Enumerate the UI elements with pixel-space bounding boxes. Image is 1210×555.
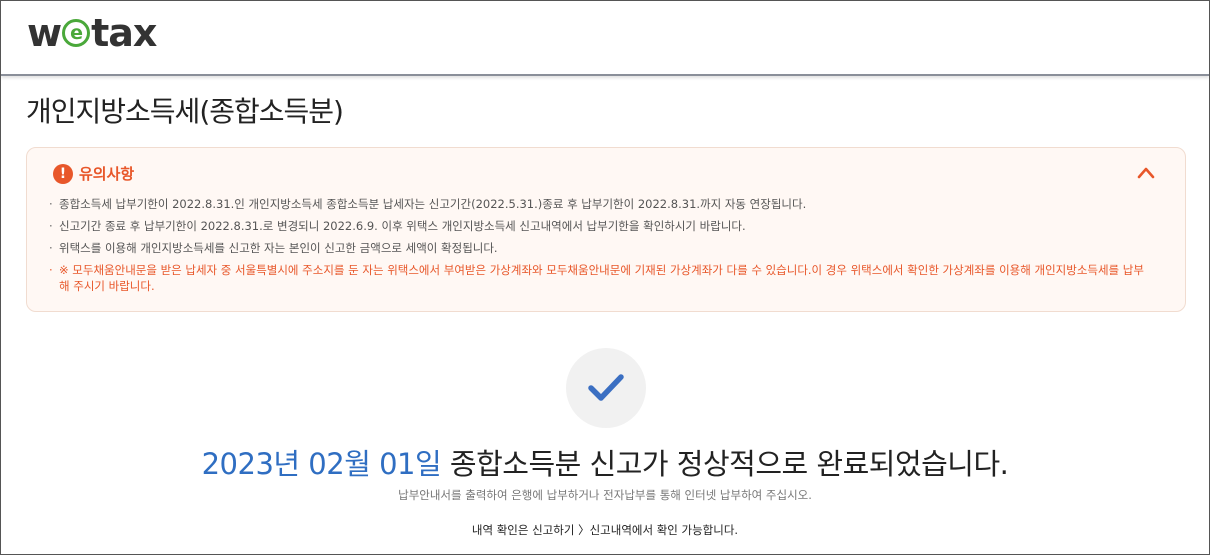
- completion-text: 종합소득분 신고가 정상적으로 완료되었습니다.: [441, 447, 1009, 481]
- notice-title: 유의사항: [79, 165, 135, 183]
- alert-icon: !: [53, 163, 73, 184]
- logo-prefix: w: [27, 11, 62, 55]
- notice-item-warning: ※ 모두채움안내문을 받은 납세자 중 서울특별시에 주소지를 둔 자는 위택스…: [49, 262, 1149, 294]
- notice-panel: ! 유의사항 종합소득세 납부기한이 2022.8.31.인 개인지방소득세 종…: [26, 147, 1186, 312]
- success-badge: [566, 348, 646, 428]
- completion-date: 2023년 02월 01일: [201, 447, 442, 481]
- history-link[interactable]: 내역 확인은 신고하기 〉신고내역에서 확인 가능합니다.: [472, 523, 738, 537]
- history-guide: 내역 확인은 신고하기 〉신고내역에서 확인 가능합니다.: [0, 522, 1210, 538]
- page-title: 개인지방소득세(종합소득분): [26, 95, 344, 128]
- payment-guide-text: 납부안내서를 출력하여 은행에 납부하거나 전자납부를 통해 인터넷 납부하여 …: [398, 488, 812, 502]
- site-header: w e tax: [1, 1, 1209, 76]
- completion-message: 2023년 02월 01일 종합소득분 신고가 정상적으로 완료되었습니다.: [0, 441, 1210, 483]
- notice-list: 종합소득세 납부기한이 2022.8.31.인 개인지방소득세 종합소득분 납세…: [49, 196, 1149, 300]
- notice-item: 신고기간 종료 후 납부기한이 2022.8.31.로 변경되니 2022.6.…: [49, 218, 1149, 234]
- wetax-logo[interactable]: w e tax: [27, 11, 157, 55]
- logo-suffix: tax: [91, 11, 157, 55]
- notice-header: ! 유의사항: [53, 163, 134, 184]
- notice-item: 위택스를 이용해 개인지방소득세를 신고한 자는 본인이 신고한 금액으로 세액…: [49, 240, 1149, 256]
- checkmark-icon: [588, 374, 624, 401]
- chevron-up-icon[interactable]: [1137, 164, 1155, 182]
- logo-e-mark: e: [62, 19, 91, 47]
- notice-item: 종합소득세 납부기한이 2022.8.31.인 개인지방소득세 종합소득분 납세…: [49, 196, 1149, 212]
